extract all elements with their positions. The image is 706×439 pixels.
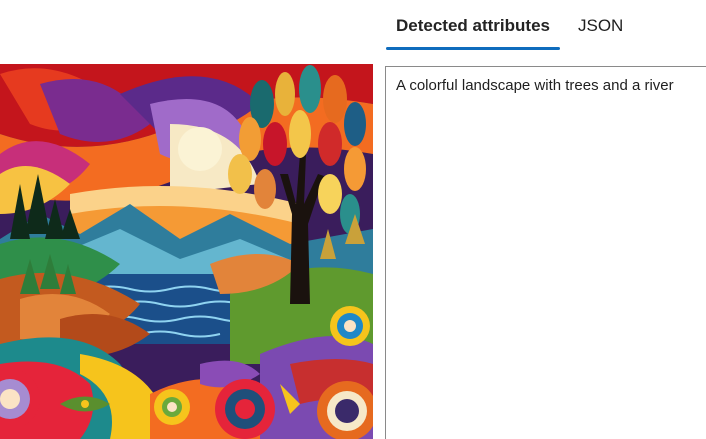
tab-json[interactable]: JSON xyxy=(568,0,633,52)
tab-detected-attributes[interactable]: Detected attributes xyxy=(386,0,560,52)
analyzed-image xyxy=(0,64,373,439)
landscape-painting xyxy=(0,64,373,439)
result-tabs: Detected attributes JSON xyxy=(386,0,633,52)
caption-text: A colorful landscape with trees and a ri… xyxy=(396,77,674,94)
detected-attributes-panel: A colorful landscape with trees and a ri… xyxy=(385,66,706,439)
